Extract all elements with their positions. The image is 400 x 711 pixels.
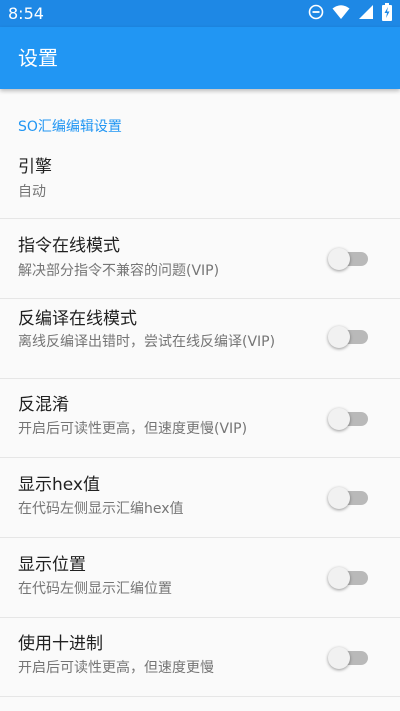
app-bar: 设置 bbox=[0, 27, 400, 89]
pref-title: 显示位置 bbox=[18, 555, 86, 575]
pref-engine[interactable]: 引擎 自动 bbox=[0, 141, 400, 219]
battery-charging-icon bbox=[382, 3, 392, 25]
deobfuscate-switch[interactable] bbox=[328, 408, 368, 430]
switch-thumb bbox=[328, 326, 350, 348]
pref-deobfuscate[interactable]: 反混淆 开启后可读性更高，但速度更慢(VIP) bbox=[0, 379, 400, 458]
switch-thumb bbox=[328, 647, 350, 669]
pref-summary: 解决部分指令不兼容的问题(VIP) bbox=[18, 263, 220, 279]
pref-show-hex[interactable]: 显示hex值 在代码左侧显示汇编hex值 bbox=[0, 458, 400, 538]
pref-title: 使用十进制 bbox=[18, 634, 103, 654]
pref-instruction-online-mode[interactable]: 指令在线模式 解决部分指令不兼容的问题(VIP) bbox=[0, 219, 400, 299]
settings-list[interactable]: SO汇编编辑设置 引擎 自动 指令在线模式 解决部分指令不兼容的问题(VIP) … bbox=[0, 89, 400, 711]
app-bar-title: 设置 bbox=[18, 46, 58, 70]
pref-use-decimal[interactable]: 使用十进制 开启后可读性更高，但速度更慢 bbox=[0, 618, 400, 697]
status-bar: 8:54 bbox=[0, 0, 400, 27]
switch-thumb bbox=[328, 408, 350, 430]
pref-title: 引擎 bbox=[18, 157, 52, 177]
pref-summary: 离线反编译出错时，尝试在线反编译(VIP) bbox=[18, 334, 276, 350]
pref-summary: 在代码左侧显示汇编位置 bbox=[18, 581, 172, 597]
pref-summary: 开启后可读性更高，但速度更慢 bbox=[18, 660, 214, 676]
show-hex-switch[interactable] bbox=[328, 487, 368, 509]
wifi-icon bbox=[332, 4, 350, 24]
cellular-signal-icon bbox=[358, 4, 374, 24]
switch-thumb bbox=[328, 487, 350, 509]
pref-title: 反编译在线模式 bbox=[18, 309, 137, 329]
pref-decompile-online-mode[interactable]: 反编译在线模式 离线反编译出错时，尝试在线反编译(VIP) bbox=[0, 299, 400, 379]
decompile-online-mode-switch[interactable] bbox=[328, 326, 368, 348]
pref-title: 显示hex值 bbox=[18, 475, 100, 495]
status-time: 8:54 bbox=[8, 4, 44, 23]
do-not-disturb-icon bbox=[308, 4, 324, 24]
pref-summary: 自动 bbox=[18, 184, 46, 200]
pref-show-position[interactable]: 显示位置 在代码左侧显示汇编位置 bbox=[0, 538, 400, 618]
switch-thumb bbox=[328, 248, 350, 270]
instruction-online-mode-switch[interactable] bbox=[328, 248, 368, 270]
pref-title: 指令在线模式 bbox=[18, 236, 120, 256]
pref-title: 反混淆 bbox=[18, 395, 69, 415]
pref-summary: 在代码左侧显示汇编hex值 bbox=[18, 501, 184, 517]
show-position-switch[interactable] bbox=[328, 567, 368, 589]
category-header: SO汇编编辑设置 bbox=[18, 119, 122, 135]
use-decimal-switch[interactable] bbox=[328, 647, 368, 669]
pref-summary: 开启后可读性更高，但速度更慢(VIP) bbox=[18, 421, 248, 437]
switch-thumb bbox=[328, 567, 350, 589]
status-icons bbox=[308, 3, 392, 25]
